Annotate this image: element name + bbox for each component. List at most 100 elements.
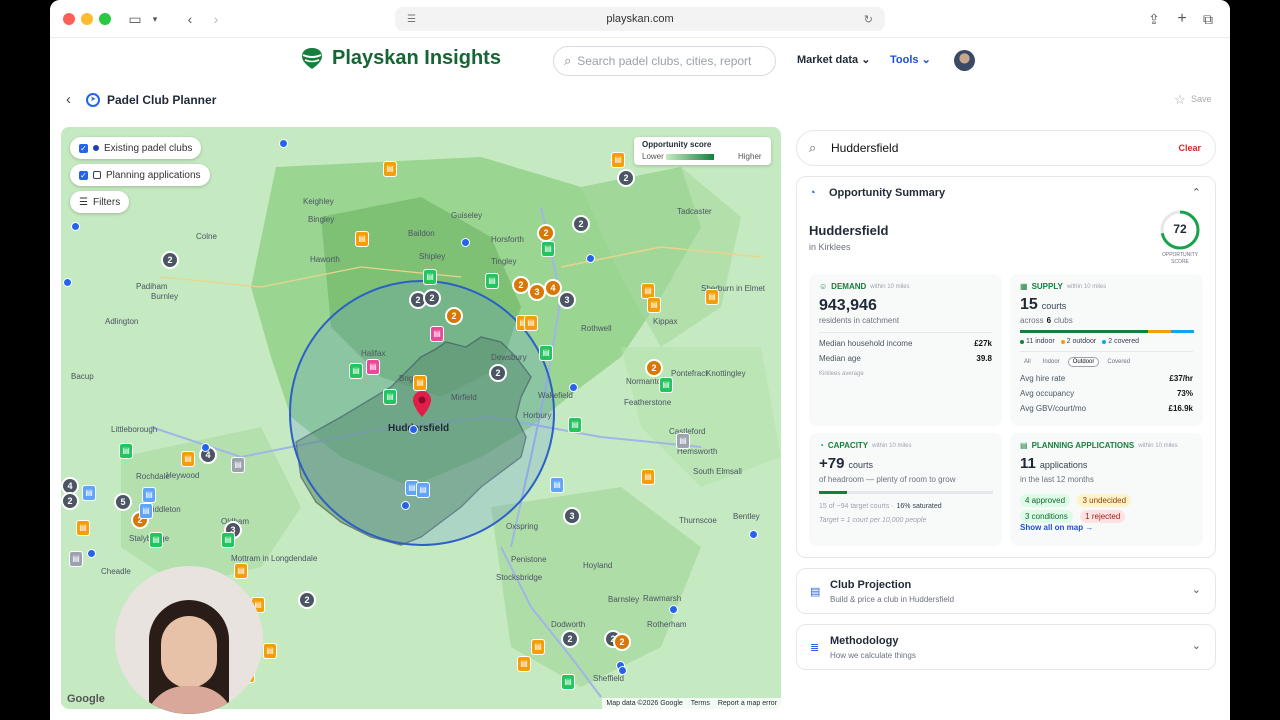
planning-marker-icon[interactable]: ▤ bbox=[69, 551, 83, 567]
club-cluster-marker[interactable]: 2 bbox=[561, 630, 579, 648]
planning-cluster-marker[interactable]: 4 bbox=[544, 279, 562, 297]
planning-marker-icon[interactable]: ▤ bbox=[383, 389, 397, 405]
map-terms-link[interactable]: Terms bbox=[691, 700, 710, 707]
planning-marker-icon[interactable]: ▤ bbox=[119, 443, 133, 459]
forward-icon[interactable]: › bbox=[208, 9, 224, 29]
planning-marker-icon[interactable]: ▤ bbox=[349, 363, 363, 379]
planning-marker-icon[interactable]: ▤ bbox=[82, 485, 96, 501]
planning-marker-icon[interactable]: ▤ bbox=[221, 532, 235, 548]
planning-marker-icon[interactable]: ▤ bbox=[355, 231, 369, 247]
club-marker[interactable] bbox=[586, 254, 595, 263]
filter-indoor-tab[interactable]: Indoor bbox=[1039, 357, 1064, 367]
planning-marker-icon[interactable]: ▤ bbox=[383, 161, 397, 177]
planning-marker-icon[interactable]: ▤ bbox=[76, 520, 90, 536]
planning-marker-icon[interactable]: ▤ bbox=[366, 359, 380, 375]
report-map-error-link[interactable]: Report a map error bbox=[718, 700, 777, 707]
planning-marker-icon[interactable]: ▤ bbox=[142, 487, 156, 503]
club-projection-card[interactable]: ▤ Club Projection Build & price a club i… bbox=[796, 568, 1216, 614]
planning-marker-icon[interactable]: ▤ bbox=[485, 273, 499, 289]
club-marker[interactable] bbox=[87, 549, 96, 558]
planning-cluster-marker[interactable]: 2 bbox=[613, 633, 631, 651]
planning-marker-icon[interactable]: ▤ bbox=[611, 152, 625, 168]
club-cluster-marker[interactable]: 2 bbox=[489, 364, 507, 382]
location-pin-icon[interactable] bbox=[413, 391, 431, 417]
chevron-down-icon[interactable]: ⌄ bbox=[1192, 639, 1201, 652]
planning-marker-icon[interactable]: ▤ bbox=[676, 433, 690, 449]
existing-clubs-toggle[interactable]: ✓ Existing padel clubs bbox=[70, 137, 202, 159]
back-icon[interactable]: ‹ bbox=[182, 9, 198, 29]
user-avatar[interactable] bbox=[954, 50, 975, 71]
filter-all-tab[interactable]: All bbox=[1020, 357, 1035, 367]
brand-logo[interactable]: Playskan Insights bbox=[300, 46, 501, 70]
close-window-button[interactable] bbox=[63, 13, 75, 25]
club-marker[interactable] bbox=[201, 443, 210, 452]
filter-covered-tab[interactable]: Covered bbox=[1103, 357, 1134, 367]
back-arrow-icon[interactable]: ‹ bbox=[66, 91, 71, 108]
planning-cluster-marker[interactable]: 2 bbox=[445, 307, 463, 325]
club-cluster-marker[interactable]: 2 bbox=[423, 289, 441, 307]
show-all-on-map-link[interactable]: Show all on map → bbox=[1020, 523, 1093, 532]
club-marker[interactable] bbox=[401, 501, 410, 510]
club-marker[interactable] bbox=[569, 383, 578, 392]
planning-marker-icon[interactable]: ▤ bbox=[231, 457, 245, 473]
planning-marker-icon[interactable]: ▤ bbox=[517, 656, 531, 672]
planning-marker-icon[interactable]: ▤ bbox=[263, 643, 277, 659]
club-cluster-marker[interactable]: 2 bbox=[572, 215, 590, 233]
reload-icon[interactable]: ↻ bbox=[864, 13, 873, 26]
club-cluster-marker[interactable]: 3 bbox=[558, 291, 576, 309]
planning-marker-icon[interactable]: ▤ bbox=[139, 503, 153, 519]
planning-marker-icon[interactable]: ▤ bbox=[550, 477, 564, 493]
club-cluster-marker[interactable]: 2 bbox=[617, 169, 635, 187]
planning-marker-icon[interactable]: ▤ bbox=[641, 469, 655, 485]
tools-menu[interactable]: Tools ⌄ bbox=[890, 53, 931, 66]
planning-marker-icon[interactable]: ▤ bbox=[149, 532, 163, 548]
market-data-menu[interactable]: Market data ⌄ bbox=[797, 53, 870, 66]
planning-marker-icon[interactable]: ▤ bbox=[541, 241, 555, 257]
planning-cluster-marker[interactable]: 2 bbox=[645, 359, 663, 377]
planning-marker-icon[interactable]: ▤ bbox=[705, 289, 719, 305]
club-marker[interactable] bbox=[749, 530, 758, 539]
planning-marker-icon[interactable]: ▤ bbox=[539, 345, 553, 361]
minimize-window-button[interactable] bbox=[81, 13, 93, 25]
club-cluster-marker[interactable]: 5 bbox=[114, 493, 132, 511]
address-bar[interactable]: ☰ playskan.com ↻ bbox=[395, 7, 885, 31]
planning-marker-icon[interactable]: ▤ bbox=[413, 375, 427, 391]
chevron-up-icon[interactable]: ⌃ bbox=[1192, 186, 1201, 199]
club-cluster-marker[interactable]: 2 bbox=[161, 251, 179, 269]
planning-applications-toggle[interactable]: ✓ Planning applications bbox=[70, 164, 210, 186]
club-cluster-marker[interactable]: 2 bbox=[298, 591, 316, 609]
planning-marker-icon[interactable]: ▤ bbox=[423, 269, 437, 285]
planning-marker-icon[interactable]: ▤ bbox=[430, 326, 444, 342]
club-marker[interactable] bbox=[279, 139, 288, 148]
club-marker[interactable] bbox=[409, 425, 418, 434]
planning-marker-icon[interactable]: ▤ bbox=[659, 377, 673, 393]
filter-outdoor-tab[interactable]: Outdoor bbox=[1067, 357, 1100, 367]
filters-button[interactable]: ☰ Filters bbox=[70, 191, 130, 213]
club-marker[interactable] bbox=[71, 222, 80, 231]
methodology-card[interactable]: ≣ Methodology How we calculate things ⌄ bbox=[796, 624, 1216, 670]
planning-marker-icon[interactable]: ▤ bbox=[647, 297, 661, 313]
planning-marker-icon[interactable]: ▤ bbox=[524, 315, 538, 331]
sidebar-toggle-icon[interactable]: ▭ bbox=[126, 9, 144, 29]
planning-marker-icon[interactable]: ▤ bbox=[234, 563, 248, 579]
planning-marker-icon[interactable]: ▤ bbox=[181, 451, 195, 467]
save-button[interactable]: Save bbox=[1191, 94, 1212, 104]
page-menu-icon[interactable]: ☰ bbox=[407, 14, 416, 25]
planning-marker-icon[interactable]: ▤ bbox=[531, 639, 545, 655]
zoom-window-button[interactable] bbox=[99, 13, 111, 25]
club-marker[interactable] bbox=[461, 238, 470, 247]
global-search-input[interactable]: ⌕ Search padel clubs, cities, report bbox=[553, 46, 776, 76]
location-search-input[interactable]: ⌕ Huddersfield Clear bbox=[796, 130, 1216, 166]
share-icon[interactable]: ⇪ bbox=[1146, 9, 1162, 29]
club-cluster-marker[interactable]: 3 bbox=[563, 507, 581, 525]
planning-marker-icon[interactable]: ▤ bbox=[416, 482, 430, 498]
club-marker[interactable] bbox=[618, 666, 627, 675]
planning-marker-icon[interactable]: ▤ bbox=[561, 674, 575, 690]
chevron-down-icon[interactable]: ⌄ bbox=[1192, 583, 1201, 596]
planning-marker-icon[interactable]: ▤ bbox=[568, 417, 582, 433]
club-marker[interactable] bbox=[63, 278, 72, 287]
new-tab-icon[interactable]: + bbox=[1174, 9, 1190, 29]
chevron-down-icon[interactable]: ▾ bbox=[148, 9, 162, 29]
planning-cluster-marker[interactable]: 2 bbox=[537, 224, 555, 242]
club-cluster-marker[interactable]: 2 bbox=[61, 492, 79, 510]
